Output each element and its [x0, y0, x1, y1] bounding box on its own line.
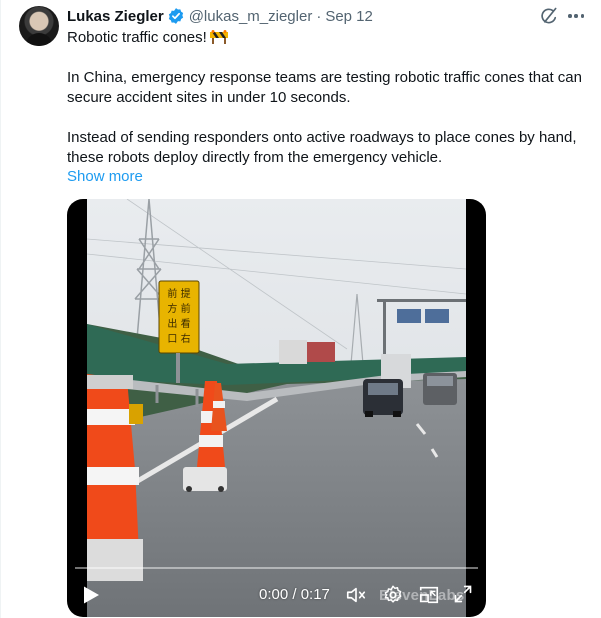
- video-progress-bar[interactable]: [75, 567, 478, 569]
- post-date[interactable]: Sep 12: [325, 8, 373, 25]
- svg-text:前 提: 前 提: [167, 287, 190, 300]
- tweet-paragraph-2: In China, emergency response teams are t…: [67, 69, 582, 106]
- mute-icon[interactable]: [345, 584, 367, 606]
- video-watermark: ElevenLabs: [379, 587, 465, 604]
- video-frame[interactable]: 前 提 方 前 出 看 口 右: [87, 199, 466, 617]
- author-name[interactable]: Lukas Ziegler: [67, 8, 164, 25]
- more-icon[interactable]: [566, 6, 586, 26]
- tweet[interactable]: Lukas Ziegler @lukas_m_ziegler · Sep 12 …: [0, 0, 601, 618]
- show-more-link[interactable]: Show more: [67, 167, 143, 187]
- author-handle[interactable]: @lukas_m_ziegler: [189, 8, 313, 25]
- tweet-header: Lukas Ziegler @lukas_m_ziegler · Sep 12: [67, 6, 373, 26]
- svg-text:出 看: 出 看: [167, 317, 190, 330]
- video-timestamp: 0:00 / 0:17: [259, 586, 330, 603]
- verified-badge-icon: [167, 7, 185, 25]
- svg-text:口 右: 口 右: [167, 332, 190, 345]
- tweet-line-1: Robotic traffic cones!: [67, 28, 228, 48]
- play-button[interactable]: [79, 583, 103, 607]
- video-player[interactable]: 前 提 方 前 出 看 口 右 0:00 / 0:17 ElevenLabs: [67, 199, 486, 617]
- separator-dot: ·: [316, 7, 322, 25]
- tweet-paragraph-3: Instead of sending responders onto activ…: [67, 129, 577, 166]
- svg-text:方 前: 方 前: [167, 302, 190, 315]
- grok-icon[interactable]: [539, 6, 559, 26]
- construction-barrier-emoji-icon: [209, 30, 228, 44]
- avatar[interactable]: [19, 6, 59, 46]
